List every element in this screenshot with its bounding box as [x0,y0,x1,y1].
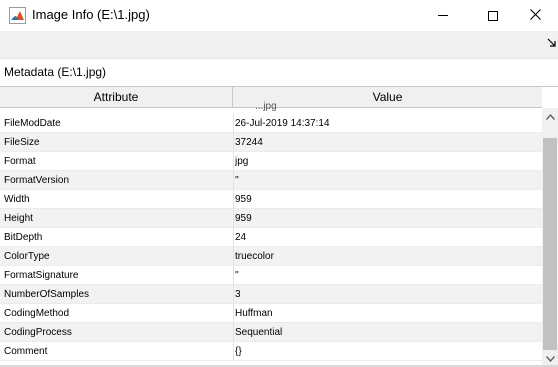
scroll-thumb[interactable] [543,138,557,350]
column-divider [233,114,234,133]
table-row[interactable]: ColorType truecolor [0,247,542,266]
value-cell[interactable]: truecolor [235,247,535,266]
column-divider [233,152,234,171]
column-divider [233,247,234,266]
column-divider [233,228,234,247]
table-row[interactable]: FormatVersion '' [0,171,542,190]
column-divider [233,209,234,228]
value-cell[interactable]: Huffman [235,304,535,323]
attribute-cell[interactable]: Width [4,190,232,209]
value-cell[interactable]: jpg [235,152,535,171]
value-cell[interactable]: '' [235,171,535,190]
minimize-icon [438,15,448,16]
column-header-value[interactable]: Value [233,87,542,108]
table-row[interactable]: NumberOfSamples 3 [0,285,542,304]
metadata-table: Attribute Value ...jpg FileModDate 26-Jul… [0,86,558,365]
image-info-window: Image Info (E:\1.jpg) Metadata (E:\1.jpg… [0,0,558,367]
dock-arrow-icon[interactable] [547,38,557,48]
value-cell[interactable]: 959 [235,209,535,228]
toolbar-strip [0,31,558,59]
value-cell[interactable]: 24 [235,228,535,247]
partially-hidden-row: ...jpg [255,101,277,112]
table-row[interactable]: FileSize 37244 [0,133,542,152]
scroll-up-icon [545,107,555,125]
attribute-cell[interactable]: Height [4,209,232,228]
attribute-cell[interactable]: ColorType [4,247,232,266]
title-bar[interactable]: Image Info (E:\1.jpg) [0,0,558,31]
column-divider [233,323,234,342]
column-divider [233,133,234,152]
window-title: Image Info (E:\1.jpg) [32,7,150,22]
maximize-button[interactable] [470,0,516,31]
column-divider [233,266,234,285]
attribute-cell[interactable]: Format [4,152,232,171]
value-cell[interactable]: 26-Jul-2019 14:37:14 [235,114,535,133]
value-cell[interactable]: 3 [235,285,535,304]
scroll-down-button[interactable] [542,350,558,365]
column-divider [233,171,234,190]
value-cell[interactable]: 37244 [235,133,535,152]
attribute-cell[interactable]: FileModDate [4,114,232,133]
value-cell[interactable]: Sequential [235,323,535,342]
table-row[interactable]: Comment{} [0,342,542,361]
table-row[interactable]: FileModDate 26-Jul-2019 14:37:14 [0,114,542,133]
scroll-up-button[interactable] [542,108,558,124]
table-row[interactable]: CodingProcess Sequential [0,323,542,342]
attribute-cell[interactable]: FileSize [4,133,232,152]
table-row[interactable]: BitDepth 24 [0,228,542,247]
attribute-cell[interactable]: CodingMethod [4,304,232,323]
table-row[interactable]: FormatSignature '' [0,266,542,285]
attribute-cell[interactable]: NumberOfSamples [4,285,232,304]
close-icon [529,7,541,25]
attribute-cell[interactable]: FormatSignature [4,266,232,285]
table-row[interactable]: Format jpg [0,152,542,171]
value-cell[interactable]: '' [235,266,535,285]
value-cell[interactable]: {} [235,342,535,361]
table-row[interactable]: CodingMethod Huffman [0,304,542,323]
minimize-button[interactable] [420,0,466,31]
table-body: FileModDate 26-Jul-2019 14:37:14 FileSize 3… [0,114,542,361]
column-header-attribute[interactable]: Attribute [0,87,233,108]
column-divider [233,304,234,323]
table-row[interactable]: Width 959 [0,190,542,209]
attribute-cell[interactable]: CodingProcess [4,323,232,342]
scroll-down-icon [545,349,555,365]
maximize-icon [488,10,498,21]
value-cell[interactable]: 959 [235,190,535,209]
matlab-logo-icon [9,7,26,24]
vertical-scrollbar[interactable] [542,108,558,365]
column-divider [233,190,234,209]
close-button[interactable] [512,0,558,31]
column-divider [233,342,234,361]
metadata-label: Metadata (E:\1.jpg) [4,65,107,79]
table-row[interactable]: Height 959 [0,209,542,228]
attribute-cell[interactable]: FormatVersion [4,171,232,190]
attribute-cell[interactable]: BitDepth [4,228,232,247]
column-divider [233,285,234,304]
attribute-cell[interactable]: Comment [4,342,232,361]
